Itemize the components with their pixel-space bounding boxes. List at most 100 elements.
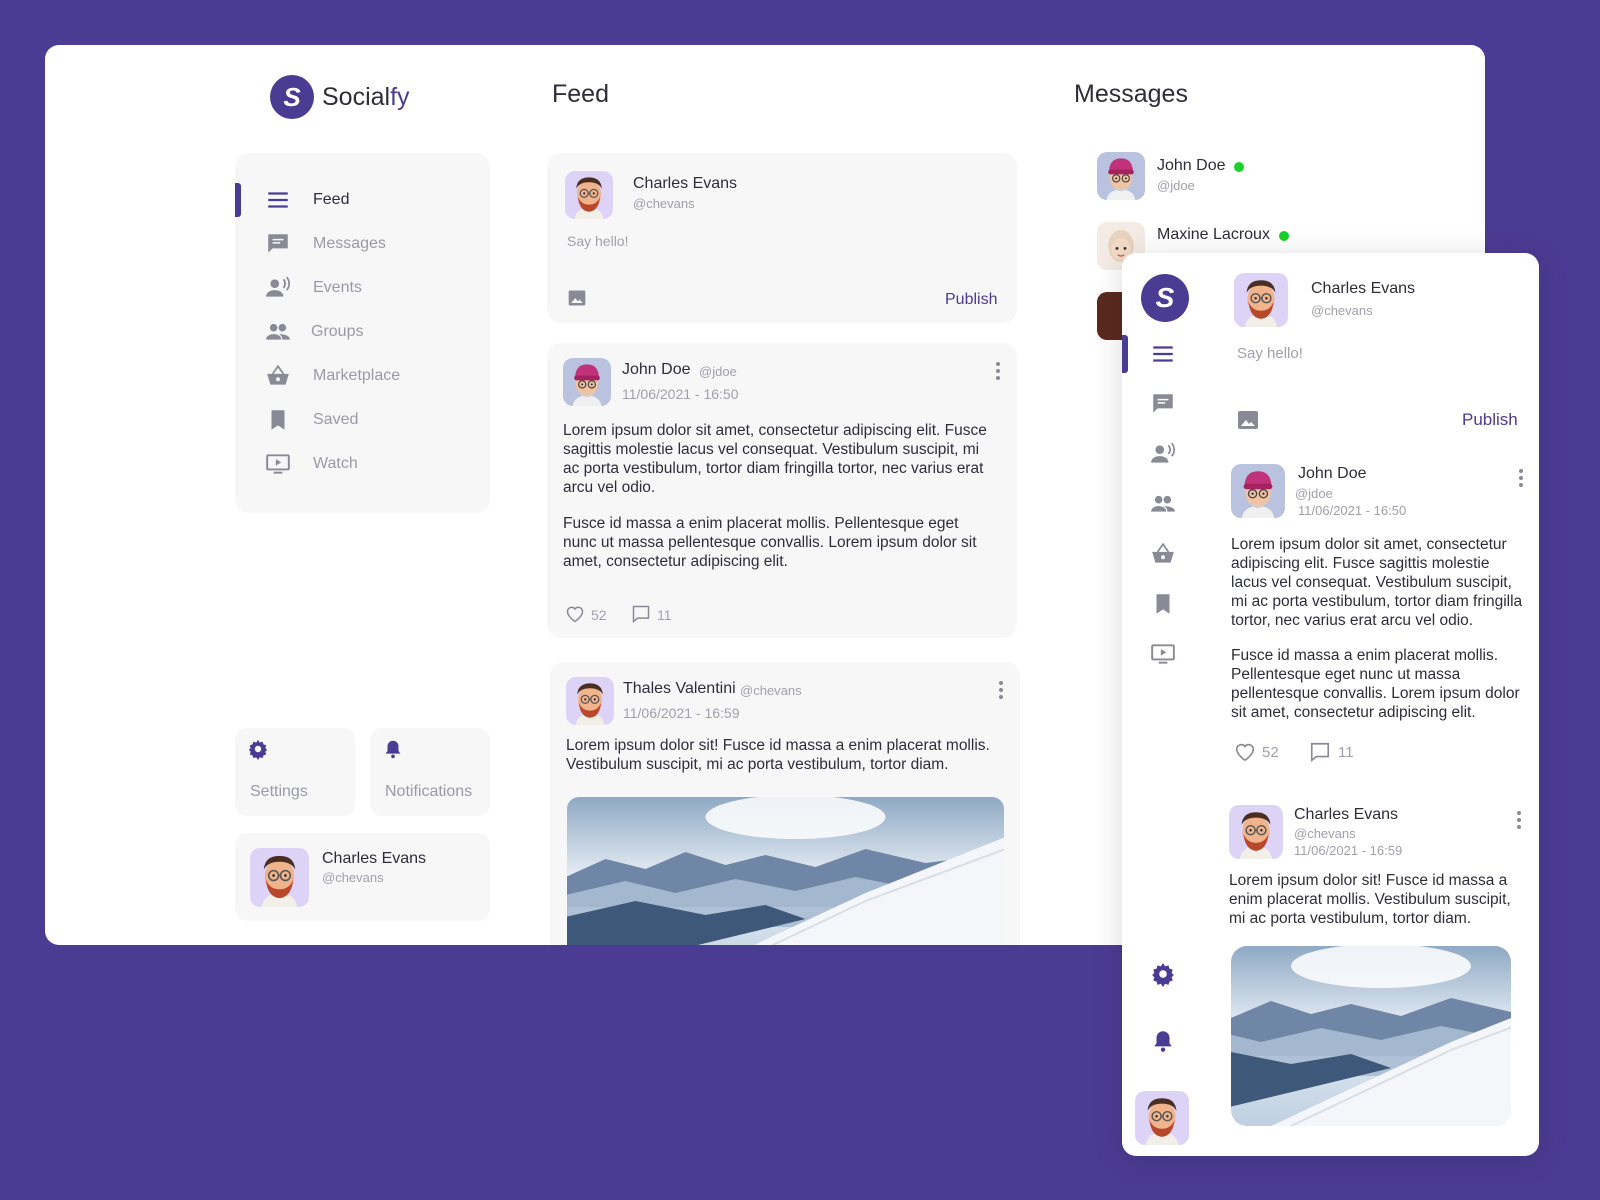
groups-icon	[266, 323, 290, 340]
notifications-label: Notifications	[385, 783, 473, 800]
like-count: 52	[1262, 744, 1279, 761]
menu-icon[interactable]	[1148, 341, 1178, 367]
feed-title: Feed	[552, 80, 609, 108]
post-paragraph: Lorem ipsum dolor sit! Fusce id massa a …	[1229, 872, 1511, 927]
image-icon[interactable]	[1236, 408, 1260, 432]
avatar[interactable]	[1135, 1091, 1189, 1145]
post-paragraph: Lorem ipsum dolor sit! Fusce id massa a …	[566, 737, 990, 773]
logo-wordmark-accent: fy	[390, 82, 410, 111]
online-indicator	[1234, 162, 1244, 172]
sidebar-item-groups[interactable]: Groups	[235, 314, 490, 350]
like-count: 52	[591, 607, 607, 623]
basket-icon[interactable]	[1148, 541, 1178, 567]
sidebar-nav: Feed Messages Events Groups Marketplace …	[235, 153, 490, 513]
bell-icon	[385, 740, 401, 759]
logo-wordmark: Socialfy	[322, 83, 410, 112]
post-handle: @jdoe	[699, 364, 737, 379]
basket-icon	[267, 364, 289, 385]
post-paragraph: Fusce id massa a enim placerat mollis. P…	[563, 515, 977, 570]
more-options-icon[interactable]	[1516, 811, 1522, 831]
post-author[interactable]: John Doe	[622, 361, 691, 379]
comment-count: 11	[1338, 744, 1354, 761]
comment-icon[interactable]	[1309, 741, 1331, 763]
post-timestamp: 11/06/2021 - 16:50	[1298, 503, 1407, 518]
post-author[interactable]: John Doe	[1298, 465, 1367, 483]
logo-mark: S	[270, 75, 314, 119]
online-indicator	[1279, 231, 1289, 241]
events-icon	[266, 276, 291, 297]
chat-icon[interactable]	[1148, 391, 1178, 417]
sidebar-item-feed[interactable]: Feed	[235, 182, 490, 218]
bookmark-icon[interactable]	[1148, 591, 1178, 617]
post-paragraph: Fusce id massa a enim placerat mollis. P…	[1231, 647, 1520, 721]
gear-icon[interactable]	[1148, 961, 1178, 987]
chat-icon	[268, 234, 288, 253]
video-icon[interactable]	[1148, 641, 1178, 667]
message-contact-name[interactable]: John Doe	[1157, 157, 1226, 175]
post-author[interactable]: Thales Valentini	[623, 680, 736, 698]
sidebar-item-events[interactable]: Events	[235, 270, 490, 306]
composer-user-name: Charles Evans	[633, 175, 738, 192]
comment-count: 11	[657, 607, 672, 623]
logo-mark[interactable]: S	[1141, 274, 1189, 322]
sidebar-item-label: Events	[313, 279, 362, 296]
settings-button[interactable]: Settings	[235, 728, 355, 816]
settings-label: Settings	[250, 783, 308, 800]
avatar	[1229, 805, 1283, 859]
more-options-icon[interactable]	[998, 681, 1004, 701]
composer-input[interactable]: Say hello!	[1237, 345, 1303, 362]
comment-icon[interactable]	[631, 604, 651, 624]
post-card: Thales Valentini @chevans 11/06/2021 - 1…	[550, 662, 1020, 945]
composer-input[interactable]: Say hello!	[567, 233, 628, 249]
messages-title: Messages	[1074, 80, 1188, 108]
post-image[interactable]	[1231, 946, 1511, 1126]
avatar	[250, 848, 309, 907]
avatar	[565, 171, 613, 219]
composer-user-handle: @chevans	[1311, 303, 1373, 318]
sidebar-item-marketplace[interactable]: Marketplace	[235, 358, 490, 394]
current-user-card[interactable]: Charles Evans @chevans	[235, 833, 490, 921]
more-options-icon[interactable]	[1518, 469, 1524, 489]
sidebar-item-messages[interactable]: Messages	[235, 226, 490, 262]
notifications-button[interactable]: Notifications	[370, 728, 490, 816]
post-image[interactable]	[567, 797, 1004, 945]
logo-wordmark-main: Social	[322, 82, 391, 111]
message-contact-name[interactable]: Maxine Lacroux	[1157, 226, 1270, 244]
more-options-icon[interactable]	[995, 362, 1001, 382]
composer-user-handle: @chevans	[633, 196, 695, 211]
avatar	[566, 677, 614, 725]
post-handle: @chevans	[1294, 826, 1356, 841]
sidebar-item-label: Groups	[311, 323, 364, 340]
post-paragraph: Lorem ipsum dolor sit amet, consectetur …	[1231, 536, 1523, 629]
publish-button[interactable]: Publish	[945, 291, 997, 309]
sidebar-item-label: Saved	[313, 411, 359, 428]
sidebar-item-saved[interactable]: Saved	[235, 402, 490, 438]
video-icon	[266, 454, 290, 474]
avatar	[563, 358, 611, 406]
post-timestamp: 11/06/2021 - 16:59	[1294, 843, 1403, 858]
gear-icon	[248, 739, 268, 760]
active-indicator	[235, 183, 241, 217]
avatar[interactable]	[1097, 152, 1145, 200]
post-author[interactable]: Charles Evans	[1294, 806, 1398, 824]
heart-icon[interactable]	[1234, 741, 1256, 763]
message-contact-handle: @jdoe	[1157, 178, 1195, 193]
avatar	[1231, 464, 1285, 518]
publish-button[interactable]: Publish	[1462, 410, 1518, 430]
post-composer: Charles Evans @chevans Say hello! Publis…	[547, 153, 1017, 323]
mobile-window: S Charles Evans @chevans Say hello! Publ…	[1122, 253, 1539, 1156]
groups-icon[interactable]	[1148, 491, 1178, 517]
sidebar-item-watch[interactable]: Watch	[235, 446, 490, 482]
active-indicator	[1122, 335, 1128, 373]
bookmark-icon	[271, 410, 285, 430]
events-icon[interactable]	[1148, 441, 1178, 467]
heart-icon[interactable]	[565, 604, 585, 624]
app-logo[interactable]: S Socialfy	[270, 75, 410, 119]
sidebar-item-label: Feed	[313, 191, 350, 208]
image-icon[interactable]	[567, 288, 587, 308]
post-timestamp: 11/06/2021 - 16:50	[622, 386, 739, 402]
post-timestamp: 11/06/2021 - 16:59	[623, 705, 740, 721]
bell-icon[interactable]	[1148, 1028, 1178, 1054]
menu-icon	[268, 192, 288, 208]
post-handle: @chevans	[740, 683, 802, 698]
